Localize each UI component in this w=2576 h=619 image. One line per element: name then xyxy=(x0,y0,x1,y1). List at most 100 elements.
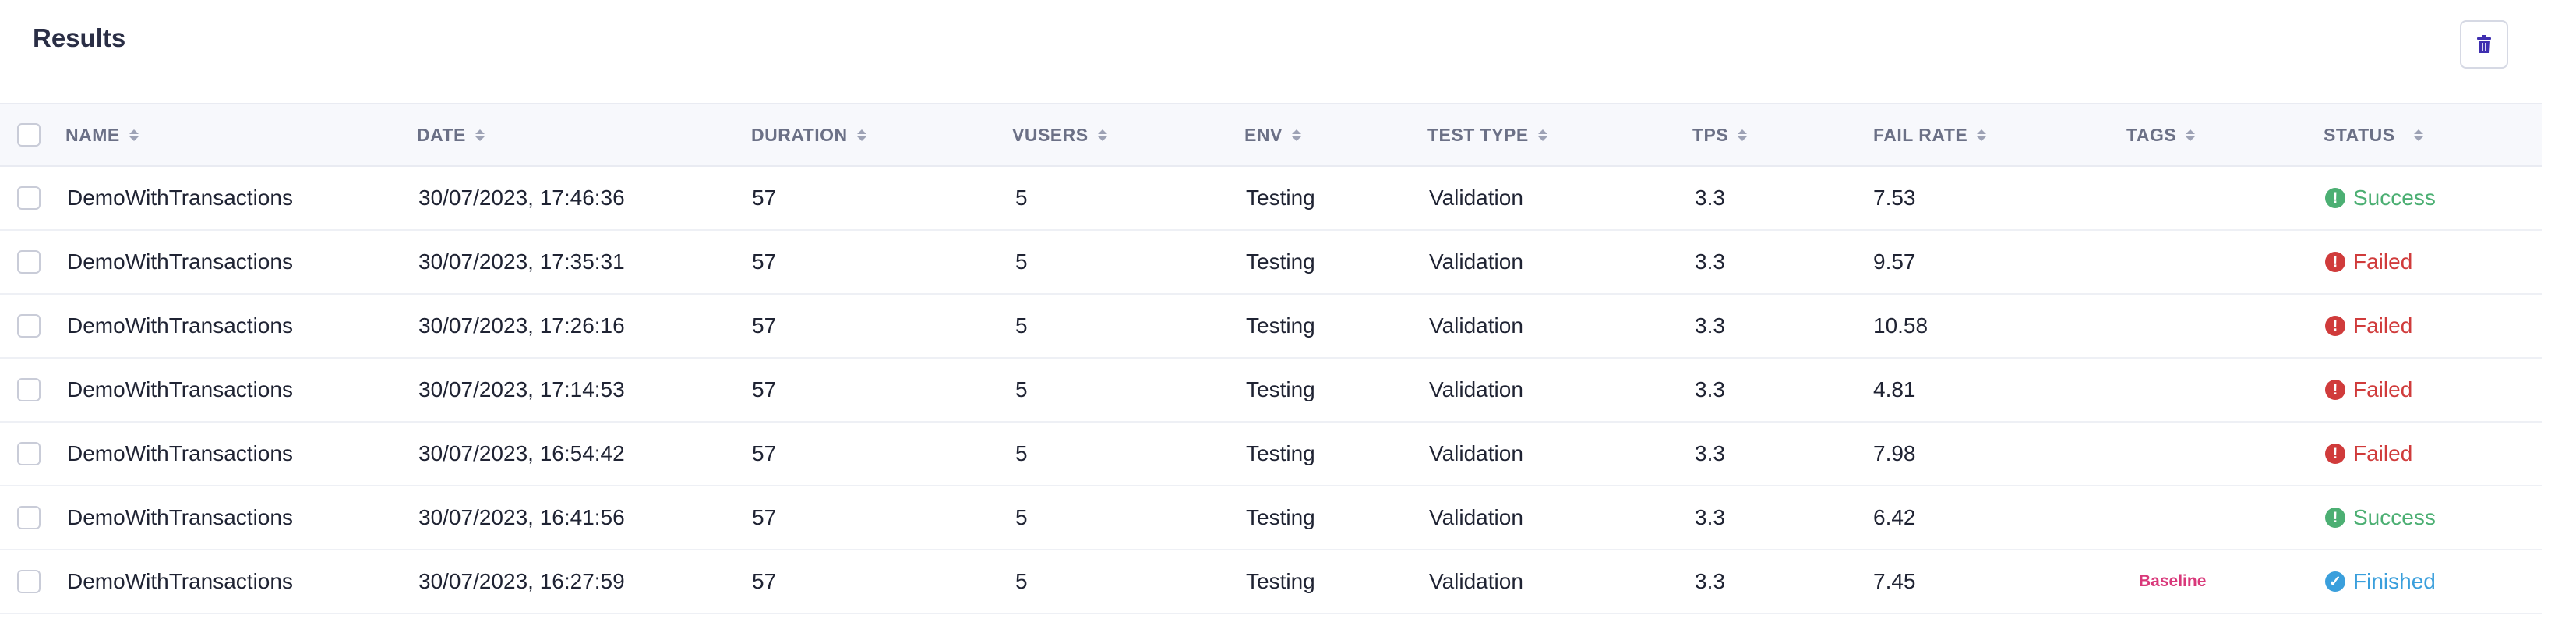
delete-button[interactable] xyxy=(2460,20,2508,69)
cell-duration: 57 xyxy=(752,186,777,210)
column-header-status[interactable]: STATUS xyxy=(2324,104,2423,165)
column-header-env[interactable]: ENV xyxy=(1244,104,1301,165)
cell-duration: 57 xyxy=(752,441,777,465)
cell-name: DemoWithTransactions xyxy=(67,186,293,210)
cell-env: Testing xyxy=(1246,186,1315,210)
cell-tags: Baseline xyxy=(2139,550,2206,613)
table-row[interactable]: DemoWithTransactions 30/07/2023, 17:14:53… xyxy=(0,359,2542,423)
results-header: Results xyxy=(0,0,2542,103)
cell-fail-rate: 7.53 xyxy=(1873,186,1916,210)
trash-icon xyxy=(2477,35,2491,53)
cell-vusers: 5 xyxy=(1015,505,1028,529)
status-badge: ! Failed xyxy=(2325,313,2412,338)
results-table: NAME DATE DURATION VUSERS ENV TEST TYPE … xyxy=(0,103,2542,614)
cell-tps: 3.3 xyxy=(1695,186,1725,210)
cell-name: DemoWithTransactions xyxy=(67,441,293,465)
cell-fail-rate: 10.58 xyxy=(1873,313,1928,338)
cell-tps: 3.3 xyxy=(1695,249,1725,274)
row-checkbox[interactable] xyxy=(17,506,41,529)
status-badge: ! Failed xyxy=(2325,377,2412,402)
cell-vusers: 5 xyxy=(1015,441,1028,465)
cell-vusers: 5 xyxy=(1015,249,1028,274)
cell-date: 30/07/2023, 16:27:59 xyxy=(418,569,625,593)
table-row[interactable]: DemoWithTransactions 30/07/2023, 16:27:59… xyxy=(0,550,2542,614)
column-header-tps[interactable]: TPS xyxy=(1692,104,1748,165)
row-checkbox[interactable] xyxy=(17,378,41,401)
cell-test-type: Validation xyxy=(1429,505,1523,529)
column-header-tags[interactable]: TAGS xyxy=(2126,104,2196,165)
row-checkbox[interactable] xyxy=(17,314,41,338)
cell-fail-rate: 4.81 xyxy=(1873,377,1916,401)
sort-icon xyxy=(2186,129,2196,141)
cell-test-type: Validation xyxy=(1429,377,1523,401)
row-checkbox[interactable] xyxy=(17,442,41,465)
select-all-checkbox[interactable] xyxy=(17,123,41,147)
cell-fail-rate: 7.45 xyxy=(1873,569,1916,593)
success-icon: ! xyxy=(2325,508,2345,528)
cell-date: 30/07/2023, 17:26:16 xyxy=(418,313,625,338)
failed-icon: ! xyxy=(2325,444,2345,464)
column-header-name[interactable]: NAME xyxy=(65,104,139,165)
cell-env: Testing xyxy=(1246,569,1315,593)
cell-date: 30/07/2023, 17:35:31 xyxy=(418,249,625,274)
status-badge: ✓ Finished xyxy=(2325,569,2436,594)
sort-icon xyxy=(1097,129,1107,141)
cell-vusers: 5 xyxy=(1015,377,1028,401)
row-checkbox[interactable] xyxy=(17,250,41,274)
cell-status: ! Failed xyxy=(2325,231,2412,293)
sort-icon xyxy=(2413,129,2423,141)
column-header-duration[interactable]: DURATION xyxy=(751,104,866,165)
table-row[interactable]: DemoWithTransactions 30/07/2023, 16:41:56… xyxy=(0,486,2542,550)
cell-date: 30/07/2023, 16:54:42 xyxy=(418,441,625,465)
column-header-vusers[interactable]: VUSERS xyxy=(1012,104,1107,165)
cell-test-type: Validation xyxy=(1429,441,1523,465)
cell-fail-rate: 6.42 xyxy=(1873,505,1916,529)
cell-status: ! Success xyxy=(2325,167,2436,229)
status-badge: ! Success xyxy=(2325,505,2436,530)
cell-test-type: Validation xyxy=(1429,186,1523,210)
cell-vusers: 5 xyxy=(1015,569,1028,593)
cell-vusers: 5 xyxy=(1015,313,1028,338)
cell-tps: 3.3 xyxy=(1695,505,1725,529)
cell-status: ! Failed xyxy=(2325,423,2412,485)
cell-status: ✓ Finished xyxy=(2325,550,2436,613)
table-row[interactable]: DemoWithTransactions 30/07/2023, 16:54:42… xyxy=(0,423,2542,486)
sort-icon xyxy=(129,129,139,141)
table-row[interactable]: DemoWithTransactions 30/07/2023, 17:35:31… xyxy=(0,231,2542,295)
cell-name: DemoWithTransactions xyxy=(67,377,293,401)
cell-duration: 57 xyxy=(752,313,777,338)
column-header-test-type[interactable]: TEST TYPE xyxy=(1427,104,1547,165)
cell-tps: 3.3 xyxy=(1695,569,1725,593)
cell-tps: 3.3 xyxy=(1695,377,1725,401)
cell-status: ! Success xyxy=(2325,486,2436,549)
status-badge: ! Failed xyxy=(2325,441,2412,466)
finished-icon: ✓ xyxy=(2325,571,2345,592)
cell-env: Testing xyxy=(1246,441,1315,465)
cell-duration: 57 xyxy=(752,569,777,593)
table-row[interactable]: DemoWithTransactions 30/07/2023, 17:26:16… xyxy=(0,295,2542,359)
sort-icon xyxy=(856,129,866,141)
status-badge: ! Success xyxy=(2325,186,2436,210)
sort-icon xyxy=(475,129,485,141)
page-title: Results xyxy=(33,23,126,52)
failed-icon: ! xyxy=(2325,252,2345,272)
table-row[interactable]: DemoWithTransactions 30/07/2023, 17:46:36… xyxy=(0,167,2542,231)
cell-status: ! Failed xyxy=(2325,359,2412,421)
cell-duration: 57 xyxy=(752,505,777,529)
cell-name: DemoWithTransactions xyxy=(67,313,293,338)
cell-env: Testing xyxy=(1246,377,1315,401)
cell-test-type: Validation xyxy=(1429,569,1523,593)
tag-badge: Baseline xyxy=(2139,572,2207,590)
cell-test-type: Validation xyxy=(1429,313,1523,338)
cell-env: Testing xyxy=(1246,313,1315,338)
cell-fail-rate: 7.98 xyxy=(1873,441,1916,465)
cell-fail-rate: 9.57 xyxy=(1873,249,1916,274)
column-header-fail-rate[interactable]: FAIL RATE xyxy=(1873,104,1987,165)
row-checkbox[interactable] xyxy=(17,186,41,210)
cell-name: DemoWithTransactions xyxy=(67,569,293,593)
cell-date: 30/07/2023, 17:14:53 xyxy=(418,377,625,401)
row-checkbox[interactable] xyxy=(17,570,41,593)
status-badge: ! Failed xyxy=(2325,249,2412,274)
column-header-date[interactable]: DATE xyxy=(417,104,485,165)
sort-icon xyxy=(1537,129,1547,141)
